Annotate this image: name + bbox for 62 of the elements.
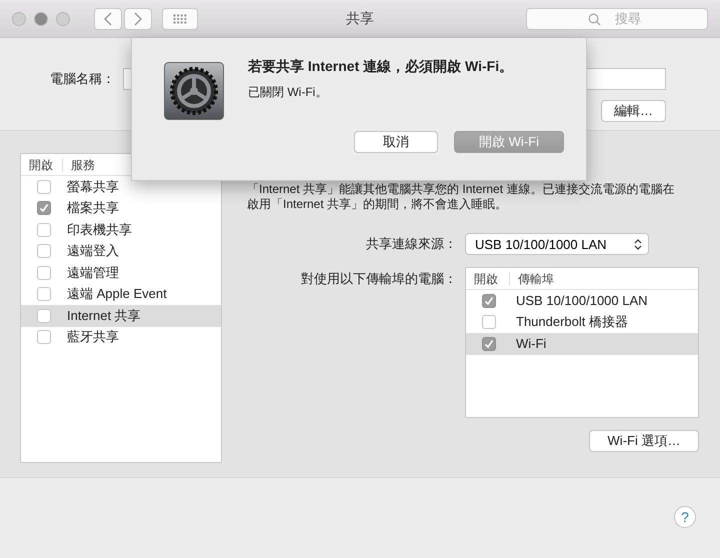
computer-name-label: 電腦名稱： [50, 70, 115, 88]
service-name: 螢幕共享 [67, 178, 119, 196]
checkbox[interactable] [37, 244, 51, 258]
checkbox[interactable] [482, 315, 496, 330]
port-row[interactable]: USB 10/100/1000 LAN [466, 290, 698, 312]
cancel-button[interactable]: 取消 [354, 131, 438, 153]
column-header: 服務 [70, 158, 95, 172]
close-button[interactable] [12, 12, 26, 26]
service-name: 遠端管理 [67, 264, 119, 282]
description-text: 「Internet 共享」能讓其他電腦共享您的 Internet 連線。已連接交流電源的電腦在啟用「Internet 共享」的期間，將不會進入睡眠。 [247, 182, 675, 212]
checkbox[interactable] [482, 336, 496, 351]
show-all-button[interactable] [162, 8, 198, 30]
port-row[interactable]: Wi-Fi [466, 333, 698, 354]
checkbox[interactable] [37, 287, 51, 302]
service-name: Internet 共享 [67, 306, 141, 325]
source-popup[interactable]: USB 10/100/1000 LAN [465, 233, 649, 255]
forward-button[interactable] [124, 8, 152, 30]
checkbox[interactable] [37, 330, 51, 344]
service-row[interactable]: 藍牙共享 [21, 326, 221, 348]
service-name: 檔案共享 [67, 199, 119, 218]
service-name: 遠端 Apple Event [67, 285, 167, 304]
stepper-icon [634, 238, 642, 250]
column-header: 開啟 [466, 272, 510, 286]
minimize-button[interactable] [34, 12, 48, 26]
service-name: 藍牙共享 [67, 328, 119, 346]
service-row[interactable]: 遠端 Apple Event [21, 284, 221, 305]
window-title: 共享 [346, 10, 374, 28]
alert-message: 已關閉 Wi-Fi。 [248, 84, 328, 101]
search-icon [588, 12, 601, 26]
service-name: 遠端登入 [67, 242, 119, 260]
edit-button[interactable]: 編輯… [601, 100, 666, 122]
service-name: 印表機共享 [67, 220, 132, 239]
alert-title: 若要共享 Internet 連線，必須開啟 Wi-Fi。 [248, 58, 514, 76]
service-row[interactable]: 遠端管理 [21, 262, 221, 284]
checkbox[interactable] [37, 180, 51, 194]
zoom-button[interactable] [56, 12, 70, 26]
port-name: Wi-Fi [516, 336, 546, 352]
checkbox[interactable] [37, 308, 51, 323]
wifi-options-button[interactable]: Wi-Fi 選項… [589, 430, 699, 452]
service-row[interactable]: 檔案共享 [21, 198, 221, 219]
service-row[interactable]: Internet 共享 [21, 305, 221, 326]
back-icon [104, 12, 112, 26]
gear-icon [164, 62, 224, 120]
back-button[interactable] [94, 8, 122, 30]
grid-icon [173, 14, 187, 24]
source-label: 共享連線來源： [365, 235, 458, 253]
forward-icon [134, 12, 142, 26]
checkbox[interactable] [482, 294, 496, 308]
checkbox[interactable] [37, 222, 51, 237]
service-row[interactable]: 遠端登入 [21, 240, 221, 262]
service-row[interactable]: 印表機共享 [21, 219, 221, 240]
column-header: 傳輸埠 [517, 272, 554, 286]
port-name: USB 10/100/1000 LAN [516, 293, 648, 308]
search-field[interactable]: 搜尋 [526, 8, 708, 30]
service-row[interactable]: 螢幕共享 [21, 176, 221, 198]
port-name: Thunderbolt 橋接器 [516, 313, 628, 332]
ports-label: 對使用以下傳輸埠的電腦： [300, 270, 458, 288]
help-button[interactable]: ? [674, 506, 696, 528]
column-header: 開啟 [21, 158, 63, 172]
checkbox[interactable] [37, 266, 51, 280]
port-row[interactable]: Thunderbolt 橋接器 [466, 312, 698, 333]
checkbox[interactable] [37, 201, 51, 216]
